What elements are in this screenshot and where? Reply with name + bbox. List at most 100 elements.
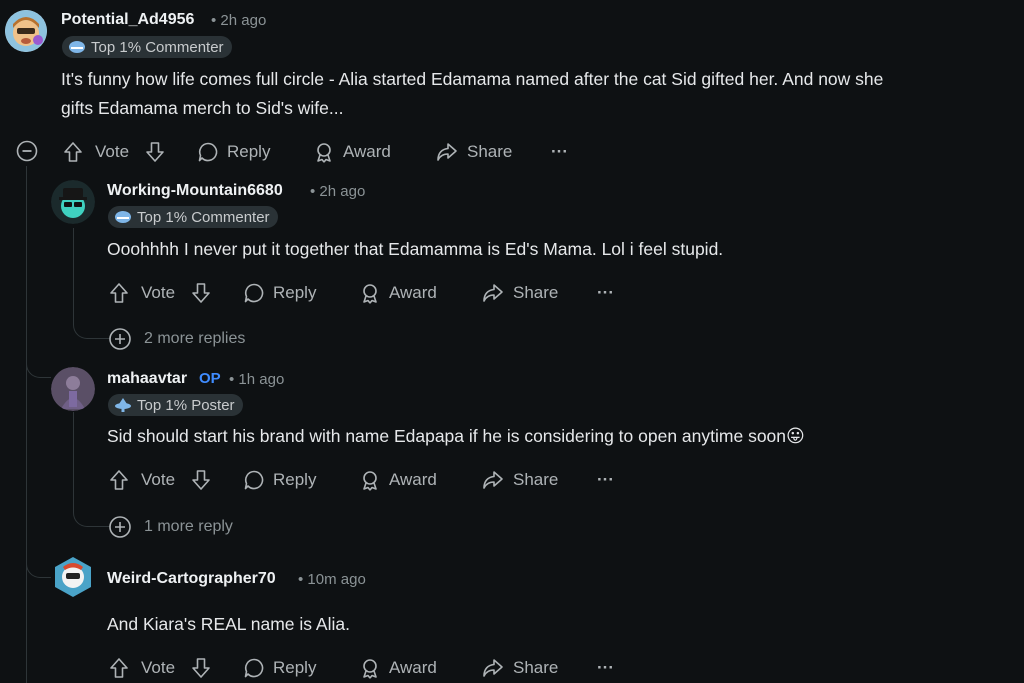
reply-button[interactable]: Reply (243, 278, 316, 308)
more-replies-link[interactable]: 2 more replies (108, 327, 245, 351)
avatar[interactable] (51, 555, 95, 599)
thread-line-reply-2 (73, 412, 74, 504)
award-button[interactable]: Award (359, 278, 437, 308)
more-replies-link[interactable]: 1 more reply (108, 515, 233, 539)
comment-time: • 10m ago (298, 571, 366, 588)
award-label: Award (343, 142, 391, 161)
tongue-emoji: 😛 (786, 426, 805, 446)
flair-label: Top 1% Poster (137, 396, 235, 414)
user-avatar-icon (51, 367, 95, 411)
arrow-down-icon (192, 658, 210, 678)
downvote-button[interactable] (189, 468, 213, 492)
comment-actions: Vote Reply Award Share ··· (107, 465, 727, 495)
upvote-button[interactable] (107, 656, 131, 680)
thread-elbow-2 (26, 355, 51, 378)
arrow-up-icon (64, 142, 82, 162)
reply-label: Reply (273, 283, 317, 302)
award-button[interactable]: Award (359, 653, 437, 683)
user-flair: Top 1% Commenter (62, 36, 232, 58)
arrow-down-icon (146, 142, 164, 162)
share-button[interactable]: Share (481, 465, 558, 495)
reply-label: Reply (227, 142, 271, 161)
downvote-button[interactable] (189, 281, 213, 305)
share-icon (483, 471, 503, 489)
avatar[interactable] (51, 180, 95, 224)
comment-body-line: gifts Edamama merch to Sid's wife... (61, 98, 344, 118)
reply-label: Reply (273, 658, 317, 677)
thread-line-main (26, 166, 27, 683)
award-label: Award (389, 658, 437, 677)
username[interactable]: mahaavtar (107, 370, 187, 388)
avatar[interactable] (51, 367, 95, 411)
share-icon (437, 143, 457, 161)
share-label: Share (513, 470, 559, 489)
award-icon (317, 143, 331, 163)
more-replies-label: 2 more replies (144, 330, 246, 347)
comment-time: • 2h ago (310, 183, 366, 200)
downvote-button[interactable] (189, 656, 213, 680)
thread-line-reply-1 (73, 228, 74, 316)
more-options-button[interactable]: ··· (597, 653, 614, 683)
flair-label: Top 1% Commenter (91, 38, 224, 56)
upvote-button[interactable] (107, 468, 131, 492)
thread-elbow-3 (73, 504, 110, 527)
share-button[interactable]: Share (481, 278, 558, 308)
comment-body-text: Sid should start his brand with name Eda… (107, 426, 787, 446)
collapse-thread-button[interactable] (15, 139, 39, 163)
downvote-button[interactable] (143, 140, 167, 164)
share-icon (483, 659, 503, 677)
comment-bubble-icon (198, 142, 218, 162)
upvote-button[interactable] (107, 281, 131, 305)
comment-time: • 2h ago (211, 12, 267, 29)
comment-body-line: It's funny how life comes full circle - … (61, 69, 884, 89)
flair-label: Top 1% Commenter (137, 208, 270, 226)
award-label: Award (389, 283, 437, 302)
thread-elbow-4 (26, 555, 51, 578)
user-flair: Top 1% Commenter (108, 206, 278, 228)
award-icon (363, 659, 377, 679)
comment-time: • 1h ago (229, 371, 285, 388)
upvote-button[interactable] (61, 140, 85, 164)
reply-label: Reply (273, 470, 317, 489)
comment-bubble-icon (244, 470, 264, 490)
share-button[interactable]: Share (435, 137, 512, 167)
comment-bubble-icon (244, 283, 264, 303)
share-icon (483, 284, 503, 302)
share-label: Share (513, 283, 559, 302)
flair-icon (115, 398, 131, 412)
comment-body: Sid should start his brand with name Eda… (107, 422, 805, 451)
user-avatar-icon (55, 557, 91, 597)
arrow-down-icon (192, 283, 210, 303)
username[interactable]: Weird-Cartographer70 (107, 570, 276, 588)
flair-icon (115, 211, 131, 223)
reply-button[interactable]: Reply (197, 137, 270, 167)
share-button[interactable]: Share (481, 653, 558, 683)
vote-score: Vote (141, 283, 176, 302)
more-options-button[interactable]: ··· (597, 278, 614, 308)
more-options-button[interactable]: ··· (597, 465, 614, 495)
reply-button[interactable]: Reply (243, 465, 316, 495)
reply-button[interactable]: Reply (243, 653, 316, 683)
award-button[interactable]: Award (359, 465, 437, 495)
flair-icon (69, 41, 85, 53)
avatar[interactable] (5, 10, 47, 52)
thread-elbow-1 (73, 316, 110, 339)
award-button[interactable]: Award (313, 137, 391, 167)
vote-score: Vote (141, 470, 176, 489)
arrow-up-icon (110, 283, 128, 303)
comment-body: Ooohhhh I never put it together that Eda… (107, 239, 724, 259)
share-label: Share (467, 142, 513, 161)
more-options-button[interactable]: ··· (551, 137, 568, 167)
comment-bubble-icon (244, 658, 264, 678)
arrow-up-icon (110, 470, 128, 490)
award-icon (363, 284, 377, 304)
user-avatar-icon (5, 10, 47, 52)
username[interactable]: Potential_Ad4956 (61, 11, 194, 29)
award-label: Award (389, 470, 437, 489)
comment-actions: Vote Reply Award Share ··· (107, 653, 727, 683)
more-replies-label: 1 more reply (144, 518, 233, 535)
user-flair: Top 1% Poster (108, 394, 243, 416)
comment-actions: Vote Reply Award Share ··· (61, 137, 681, 167)
vote-score: Vote (141, 658, 176, 677)
username[interactable]: Working-Mountain6680 (107, 182, 283, 200)
